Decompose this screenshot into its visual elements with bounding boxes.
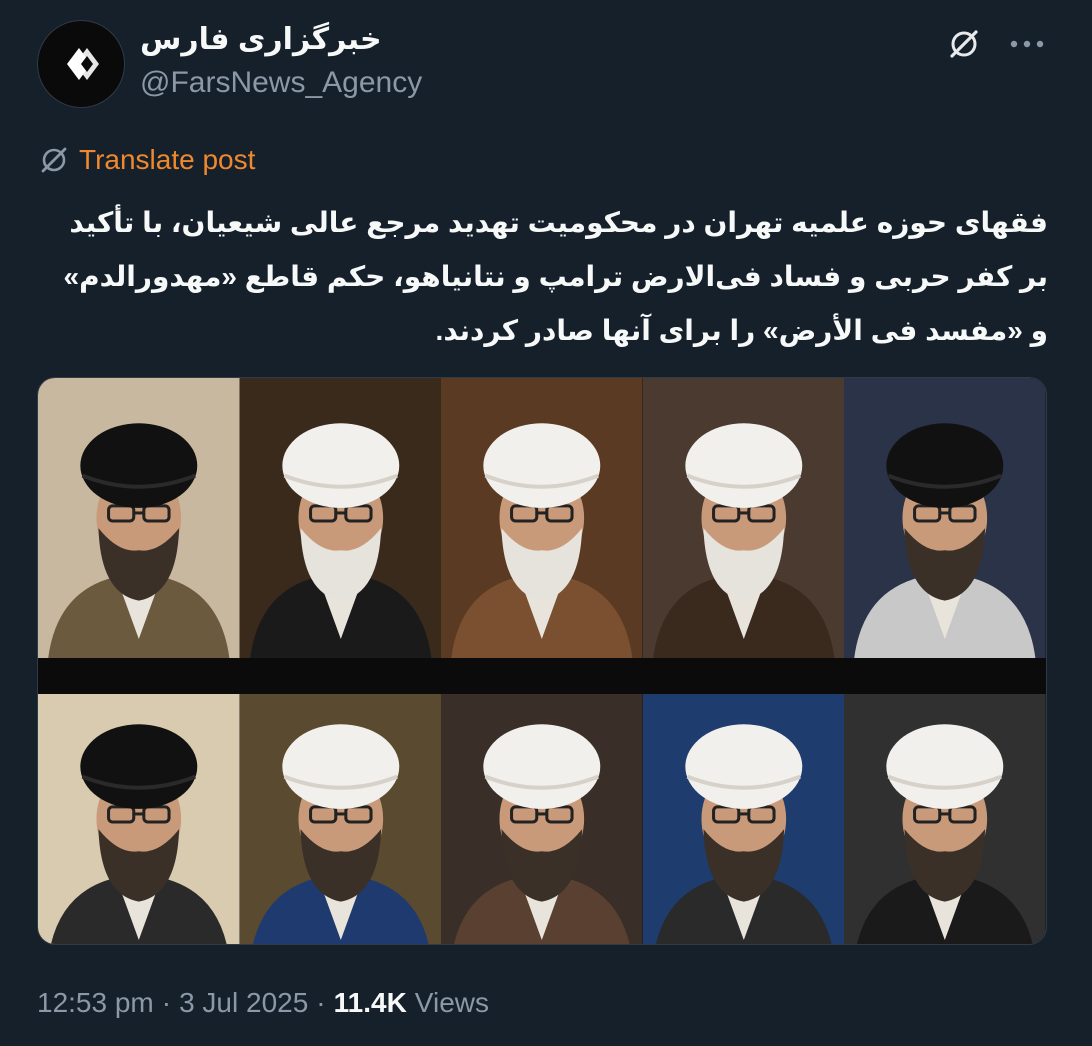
post-media-image[interactable] [37, 377, 1047, 945]
meta-separator: · [161, 987, 172, 1018]
post-meta: 12:53 pm · 3 Jul 2025 · 11.4K Views [37, 983, 489, 1023]
views-count[interactable]: 11.4K [334, 987, 407, 1019]
portrait-photo [441, 378, 643, 658]
grok-icon [950, 30, 978, 58]
post-text: فقهای حوزه علمیه تهران در محکومیت تهدید … [63, 207, 1048, 346]
image-divider-band [38, 658, 1046, 694]
meta-separator: · [316, 987, 326, 1018]
post-time[interactable]: 12:53 pm [37, 987, 154, 1019]
post-header: خبرگزاری فارس @FarsNews_Agency [0, 0, 1092, 120]
diamond-logo-icon [67, 48, 99, 80]
translate-label: Translate post [79, 144, 256, 175]
portrait-photo [844, 694, 1046, 944]
portrait-photo [239, 694, 442, 944]
portrait-photo [642, 694, 845, 944]
more-options-button[interactable] [1004, 24, 1050, 64]
grok-translate-icon [41, 147, 67, 173]
translate-post-link[interactable]: Translate post [37, 140, 255, 180]
portrait-photo [38, 694, 240, 944]
author-handle[interactable]: @FarsNews_Agency [140, 66, 422, 100]
portrait-photo [38, 378, 240, 658]
portrait-row-top [38, 378, 1046, 658]
post-date[interactable]: 3 Jul 2025 [179, 987, 308, 1019]
portrait-photo [441, 694, 643, 944]
avatar[interactable] [37, 20, 125, 108]
grok-button[interactable] [944, 24, 984, 64]
portrait-photo [239, 378, 442, 658]
portrait-photo [642, 378, 845, 658]
views-label: Views [414, 987, 489, 1018]
portrait-row-bottom [38, 694, 1046, 944]
author-display-name[interactable]: خبرگزاری فارس [140, 22, 382, 57]
more-dots-icon [1010, 40, 1044, 48]
portrait-photo [844, 378, 1046, 658]
